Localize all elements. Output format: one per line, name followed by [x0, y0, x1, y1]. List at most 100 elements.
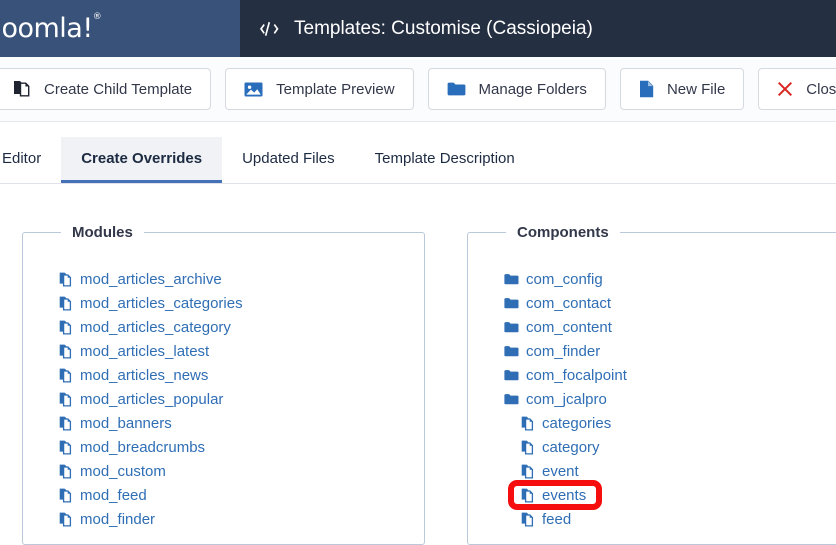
override-link[interactable]: mod_feed — [80, 487, 147, 504]
copy-file-icon — [521, 464, 534, 479]
tab-create-overrides[interactable]: Create Overrides — [61, 137, 223, 183]
list-item[interactable]: mod_banners — [23, 411, 424, 435]
copy-file-icon — [59, 488, 72, 503]
modules-column: Modules mod_articles_archive mod_articles… — [0, 184, 434, 545]
list-item[interactable]: mod_articles_archive — [23, 267, 424, 291]
copy-file-icon — [59, 512, 72, 527]
list-item[interactable]: feed — [468, 507, 836, 531]
list-item[interactable]: com_finder — [468, 339, 836, 363]
override-link[interactable]: mod_breadcrumbs — [80, 439, 205, 456]
copy-file-icon — [59, 368, 72, 383]
list-item[interactable]: category — [468, 435, 836, 459]
override-link[interactable]: categories — [542, 415, 611, 432]
override-link[interactable]: mod_banners — [80, 415, 172, 432]
copy-file-icon — [521, 512, 534, 527]
override-link[interactable]: mod_articles_popular — [80, 391, 223, 408]
override-link[interactable]: mod_articles_latest — [80, 343, 209, 360]
close-button[interactable]: Close — [758, 68, 836, 110]
folder-icon — [504, 273, 519, 284]
copy-file-icon — [59, 440, 72, 455]
override-link[interactable]: category — [542, 439, 600, 456]
list-item[interactable]: mod_breadcrumbs — [23, 435, 424, 459]
toolbar: Create Child Template Template Preview M… — [0, 57, 836, 122]
create-child-template-label: Create Child Template — [44, 80, 193, 98]
modules-list: mod_articles_archive mod_articles_categor… — [23, 267, 424, 531]
override-link[interactable]: mod_finder — [80, 511, 155, 528]
list-item[interactable]: com_contact — [468, 291, 836, 315]
components-column: Components com_config com_contact com_cont… — [434, 184, 836, 545]
registered-mark: ® — [92, 12, 102, 22]
brand-area[interactable]: Joomla!® — [0, 0, 240, 57]
override-link[interactable]: mod_articles_categories — [80, 295, 243, 312]
override-panels: Modules mod_articles_archive mod_articles… — [0, 184, 836, 545]
list-item[interactable]: com_focalpoint — [468, 363, 836, 387]
copy-file-icon — [59, 344, 72, 359]
override-link[interactable]: com_focalpoint — [526, 367, 627, 384]
folder-icon — [504, 393, 519, 404]
list-item[interactable]: mod_custom — [23, 459, 424, 483]
override-link[interactable]: com_jcalpro — [526, 391, 607, 408]
code-icon — [260, 21, 279, 36]
copy-file-icon — [59, 320, 72, 335]
copy-icon — [14, 81, 30, 97]
copy-file-icon — [521, 440, 534, 455]
override-link[interactable]: com_config — [526, 271, 603, 288]
tab-template-description-label: Template Description — [374, 150, 515, 167]
components-list: com_config com_contact com_content com_find… — [468, 267, 836, 531]
image-icon — [244, 82, 263, 96]
template-preview-button[interactable]: Template Preview — [225, 68, 414, 110]
folder-icon — [504, 369, 519, 380]
modules-legend: Modules — [72, 224, 133, 241]
manage-folders-label: Manage Folders — [478, 80, 587, 98]
close-x-icon — [778, 82, 793, 96]
copy-file-icon — [59, 416, 72, 431]
manage-folders-button[interactable]: Manage Folders — [427, 68, 606, 110]
new-file-button[interactable]: New File — [619, 68, 745, 110]
list-item[interactable]: mod_articles_category — [23, 315, 424, 339]
override-link[interactable]: mod_articles_archive — [80, 271, 222, 288]
joomla-logo-text: Joomla! — [0, 13, 93, 44]
tab-template-description[interactable]: Template Description — [355, 137, 535, 183]
list-item[interactable]: mod_feed — [23, 483, 424, 507]
create-child-template-button[interactable]: Create Child Template — [0, 68, 212, 110]
copy-file-icon — [59, 296, 72, 311]
list-item[interactable]: mod_articles_latest — [23, 339, 424, 363]
folder-icon — [447, 82, 465, 96]
list-item[interactable]: categories — [468, 411, 836, 435]
copy-file-icon — [59, 272, 72, 287]
list-item[interactable]: mod_articles_news — [23, 363, 424, 387]
override-link[interactable]: mod_custom — [80, 463, 166, 480]
override-link[interactable]: com_content — [526, 319, 612, 336]
close-label: Close — [806, 80, 836, 98]
tab-updated-files-label: Updated Files — [242, 150, 335, 167]
override-link[interactable]: mod_articles_category — [80, 319, 231, 336]
tab-editor[interactable]: Editor — [0, 137, 61, 183]
template-preview-label: Template Preview — [276, 80, 395, 98]
joomla-logo: Joomla!® — [0, 12, 102, 44]
page-title: Templates: Customise (Cassiopeia) — [294, 17, 593, 39]
tab-editor-label: Editor — [2, 150, 42, 167]
list-item[interactable]: mod_articles_categories — [23, 291, 424, 315]
list-item[interactable]: com_config — [468, 267, 836, 291]
folder-icon — [504, 345, 519, 356]
copy-file-icon — [59, 464, 72, 479]
list-item[interactable]: com_jcalpro — [468, 387, 836, 411]
override-link[interactable]: events — [542, 487, 586, 504]
top-bar: Joomla!® Templates: Customise (Cassiopei… — [0, 0, 836, 57]
list-item[interactable]: com_content — [468, 315, 836, 339]
copy-file-icon — [59, 392, 72, 407]
override-link[interactable]: event — [542, 463, 579, 480]
folder-icon — [504, 321, 519, 332]
override-link[interactable]: feed — [542, 511, 571, 528]
list-item[interactable]: mod_finder — [23, 507, 424, 531]
list-item[interactable]: events — [468, 483, 836, 507]
override-link[interactable]: com_contact — [526, 295, 611, 312]
list-item[interactable]: event — [468, 459, 836, 483]
copy-file-icon — [521, 416, 534, 431]
override-link[interactable]: mod_articles_news — [80, 367, 208, 384]
tab-create-overrides-label: Create Overrides — [81, 150, 203, 167]
override-link[interactable]: com_finder — [526, 343, 600, 360]
tab-updated-files[interactable]: Updated Files — [222, 137, 355, 183]
tab-bar: Editor Create Overrides Updated Files Te… — [0, 137, 836, 184]
list-item[interactable]: mod_articles_popular — [23, 387, 424, 411]
